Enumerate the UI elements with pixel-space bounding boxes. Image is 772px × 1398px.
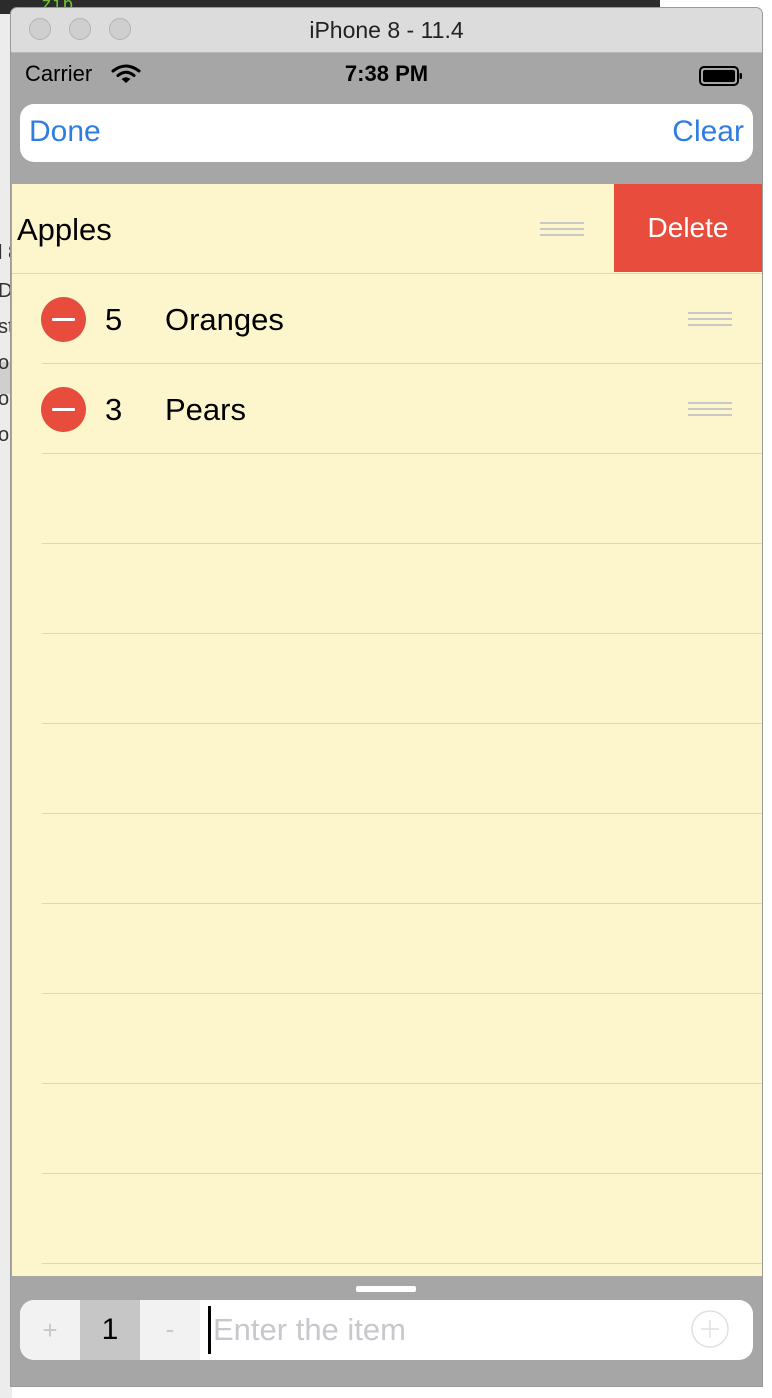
battery-icon bbox=[699, 66, 742, 86]
quantity-value: 1 bbox=[80, 1300, 140, 1360]
increment-button[interactable]: + bbox=[20, 1300, 80, 1360]
row-divider bbox=[42, 633, 762, 634]
row-divider bbox=[42, 723, 762, 724]
bottom-toolbar: + 1 - bbox=[11, 1276, 762, 1386]
decrement-button[interactable]: - bbox=[140, 1300, 200, 1360]
delete-button[interactable]: Delete bbox=[614, 184, 762, 272]
reorder-handle-icon[interactable] bbox=[540, 222, 584, 236]
status-time: 7:38 PM bbox=[344, 61, 429, 86]
row-divider bbox=[42, 543, 762, 544]
list-row[interactable]: 3 Pears bbox=[12, 364, 762, 454]
item-list: Apples Delete 5 Oranges 3 Pears bbox=[12, 184, 762, 1276]
reorder-handle-icon[interactable] bbox=[688, 402, 732, 416]
list-item-name: Pears bbox=[165, 392, 246, 427]
row-divider bbox=[42, 813, 762, 814]
add-item-bar: + 1 - bbox=[20, 1300, 753, 1360]
remove-item-icon[interactable] bbox=[41, 387, 86, 432]
list-row[interactable]: 5 Oranges bbox=[12, 274, 762, 364]
reorder-handle-icon[interactable] bbox=[688, 312, 732, 326]
ios-status-bar: Carrier 7:38 PM bbox=[11, 52, 762, 94]
nav-bar: Done Clear bbox=[20, 104, 753, 162]
row-divider bbox=[42, 993, 762, 994]
row-divider bbox=[42, 1263, 762, 1264]
list-item-quantity: 3 bbox=[105, 392, 123, 427]
row-divider bbox=[42, 453, 762, 454]
row-divider bbox=[42, 1083, 762, 1084]
done-button[interactable]: Done bbox=[29, 115, 101, 149]
list-item-name: Oranges bbox=[165, 302, 284, 337]
clear-button[interactable]: Clear bbox=[672, 115, 744, 149]
simulator-window: iPhone 8 - 11.4 Carrier 7:38 PM Done Cle… bbox=[11, 8, 762, 1386]
list-row-swiped[interactable]: Apples Delete bbox=[12, 184, 762, 274]
item-name-input[interactable] bbox=[208, 1306, 673, 1354]
row-divider bbox=[42, 1173, 762, 1174]
grabber-handle[interactable] bbox=[356, 1286, 416, 1292]
window-title: iPhone 8 - 11.4 bbox=[309, 17, 464, 43]
row-divider bbox=[42, 903, 762, 904]
remove-item-icon[interactable] bbox=[41, 297, 86, 342]
add-item-icon[interactable] bbox=[690, 1309, 730, 1349]
list-item-name: Apples bbox=[17, 212, 112, 247]
window-titlebar: iPhone 8 - 11.4 bbox=[11, 8, 762, 53]
list-item-quantity: 5 bbox=[105, 302, 123, 337]
